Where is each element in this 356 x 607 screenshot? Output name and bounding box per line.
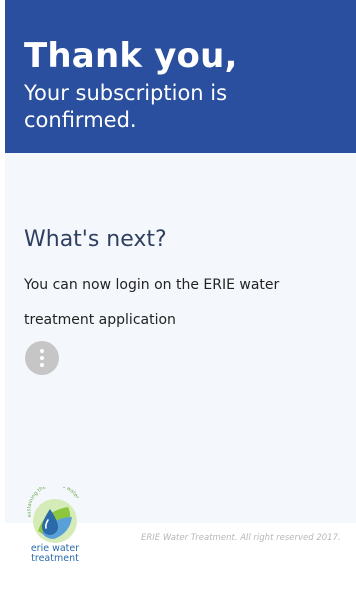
more-options-button[interactable] bbox=[25, 341, 59, 375]
login-instructions: You can now login on the ERIE water trea… bbox=[24, 277, 280, 328]
water-drop-logo-icon: sustaining the world's water bbox=[26, 487, 81, 543]
screen: Thank you, Your subscription is confirme… bbox=[0, 0, 356, 607]
more-vertical-icon bbox=[40, 356, 44, 360]
more-vertical-icon bbox=[40, 363, 44, 367]
logo-text: erie water treatment bbox=[24, 544, 86, 563]
whats-next-heading: What's next? bbox=[24, 227, 167, 252]
confirmation-header: Thank you, Your subscription is confirme… bbox=[5, 0, 356, 153]
more-vertical-icon bbox=[40, 349, 44, 353]
footer: sustaining the world's water erie water … bbox=[5, 487, 356, 607]
header-title: Thank you, bbox=[24, 36, 238, 76]
header-subtitle: Your subscription is confirmed. bbox=[24, 81, 228, 132]
main-content: What's next? You can now login on the ER… bbox=[5, 153, 356, 523]
erie-water-logo: sustaining the world's water erie water … bbox=[24, 487, 86, 567]
logo-line-2: treatment bbox=[31, 552, 79, 564]
copyright-text: ERIE Water Treatment. All right reserved… bbox=[141, 533, 341, 543]
